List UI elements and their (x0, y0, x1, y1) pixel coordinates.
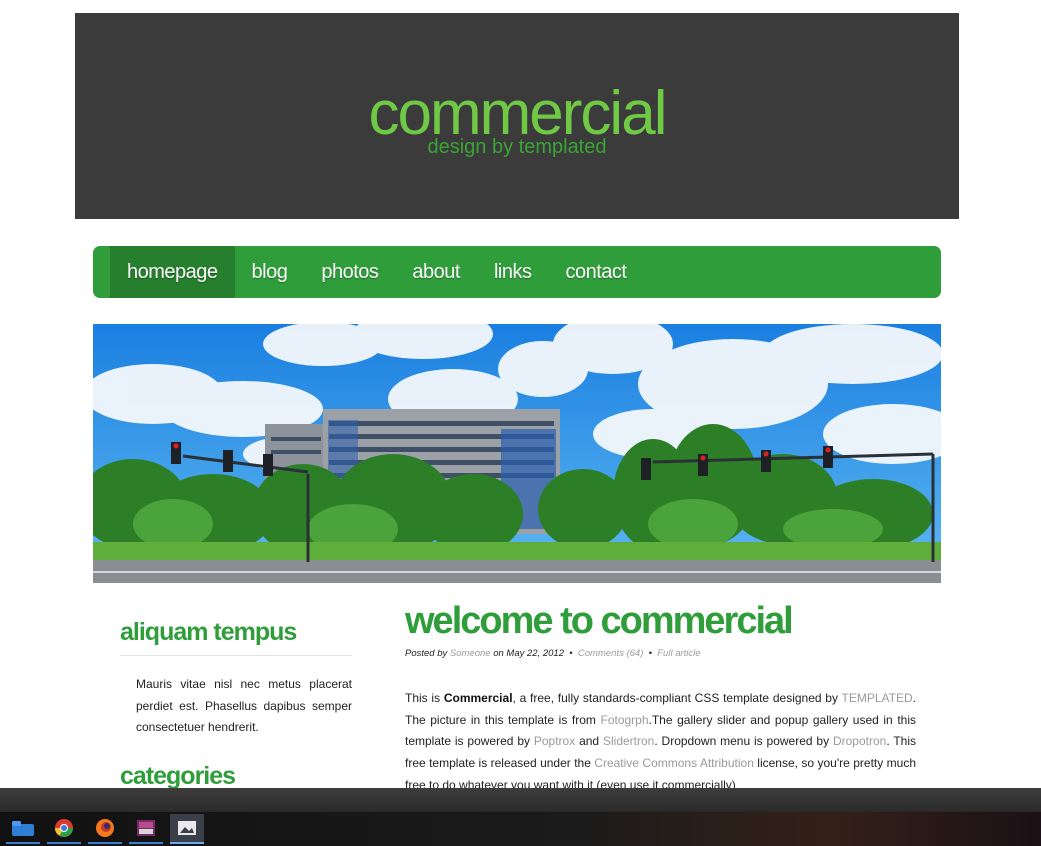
nav-item-about[interactable]: about (395, 246, 477, 298)
site-header: commercial design by templated (75, 13, 959, 219)
post-text: This is (405, 691, 444, 705)
window-bottom-bar (0, 788, 1041, 814)
post-date: May 22, 2012 (506, 648, 564, 659)
nav-item-photos[interactable]: photos (304, 246, 395, 298)
office-building-photo (93, 324, 941, 583)
taskbar-chrome-button[interactable] (47, 814, 81, 844)
firefox-icon (96, 819, 114, 837)
dropotron-link[interactable]: Dropotron (833, 734, 886, 748)
comments-link[interactable]: Comments (64) (578, 648, 643, 659)
templated-link[interactable]: TEMPLATED (842, 691, 913, 705)
taskbar (0, 812, 1041, 846)
taskbar-screenshot-button[interactable] (170, 814, 204, 844)
post-body: This is Commercial, a free, fully standa… (405, 688, 916, 797)
chrome-icon (55, 819, 73, 838)
taskbar-file-manager-button[interactable] (6, 814, 40, 844)
post-text: . Dropdown menu is powered by (654, 734, 833, 749)
sidebar-heading-categories: categories (120, 762, 236, 790)
sidebar-text: Mauris vitae nisl nec metus placerat per… (136, 677, 352, 734)
byline-posted-by-label: Posted by (405, 648, 448, 659)
nav-item-links[interactable]: links (477, 246, 549, 298)
taskbar-image-viewer-button[interactable] (129, 814, 163, 844)
byline-separator: • (648, 648, 652, 659)
byline-separator: • (569, 648, 573, 659)
full-article-link[interactable]: Full article (657, 648, 700, 659)
screenshot-app-icon (178, 821, 196, 835)
brand-name: Commercial (443, 691, 513, 705)
sidebar-heading-aliquam-tempus: aliquam tempus (120, 618, 297, 646)
nav-item-blog[interactable]: blog (235, 246, 305, 298)
nav-item-contact[interactable]: contact (548, 246, 643, 298)
post-text: , a free, fully standards-compliant CSS … (512, 691, 842, 705)
image-viewer-icon (137, 820, 155, 836)
nav-item-homepage[interactable]: homepage (110, 246, 235, 298)
byline-on-label: on (493, 648, 504, 659)
post-title[interactable]: welcome to commercial (405, 600, 794, 643)
fotogrph-link[interactable]: Fotogrph (600, 713, 648, 727)
post-byline: Posted by Someone on May 22, 2012 • Comm… (405, 648, 701, 659)
site-logo-subtitle: design by templated (427, 136, 607, 158)
banner-image (93, 324, 941, 583)
poptrox-link[interactable]: Poptrox (534, 734, 575, 748)
main-nav: homepage blog photos about links contact (93, 246, 941, 298)
slidertron-link[interactable]: Slidertron (603, 734, 654, 748)
creative-commons-link[interactable]: Creative Commons Attribution (594, 756, 754, 770)
file-manager-icon (12, 821, 34, 836)
sidebar-divider (120, 655, 352, 656)
taskbar-firefox-button[interactable] (88, 814, 122, 844)
author-link[interactable]: Someone (450, 648, 491, 659)
post-text: and (575, 734, 603, 749)
